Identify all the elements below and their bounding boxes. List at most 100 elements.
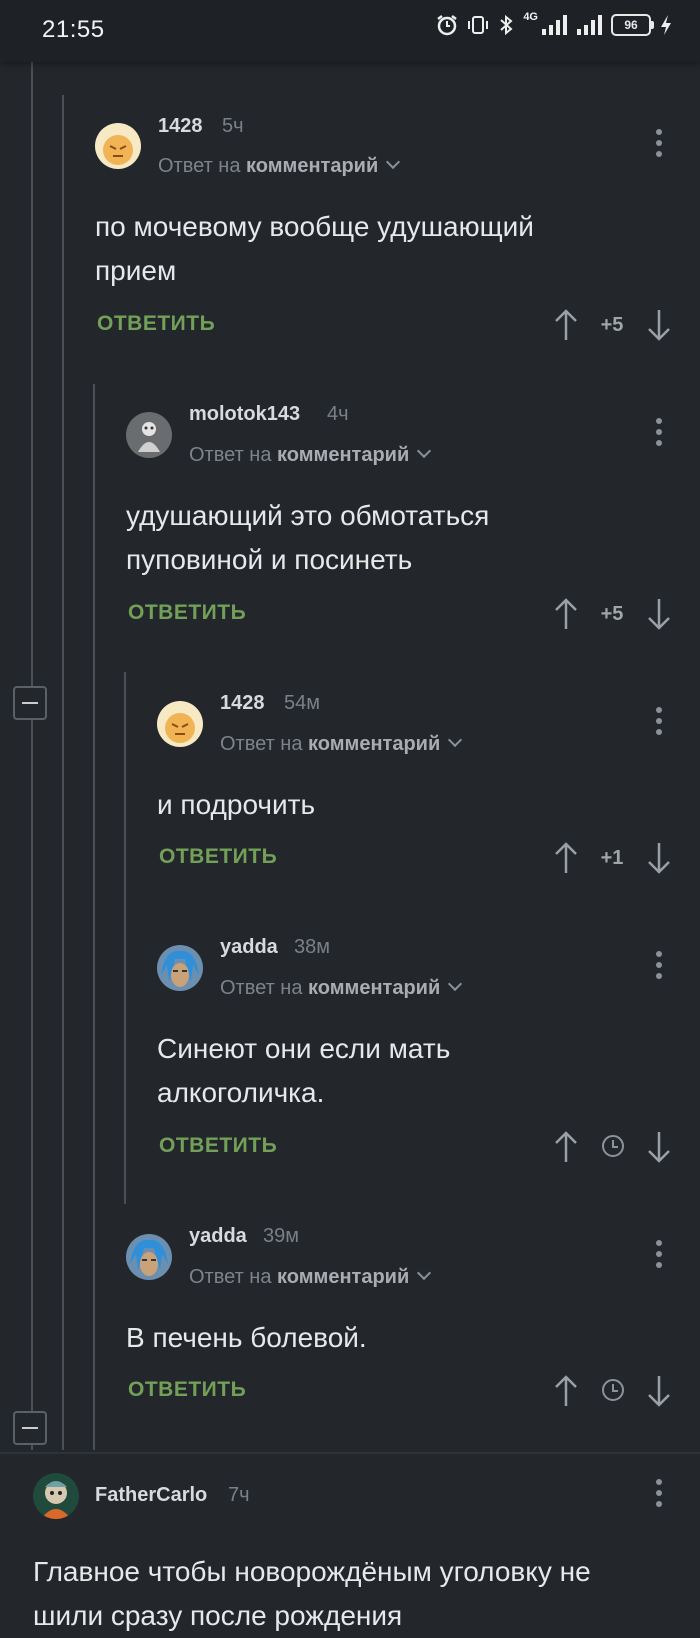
arrow-up-icon[interactable] [554, 842, 578, 874]
comment-time: 54м [284, 692, 320, 714]
charging-icon [661, 15, 671, 35]
avatar[interactable] [95, 123, 141, 169]
avatar[interactable] [157, 945, 203, 991]
clock-icon [602, 1379, 624, 1401]
comment-text-line: Главное чтобы новорождёным уголовку не [33, 1556, 591, 1587]
reply-to-link[interactable]: комментарий [246, 155, 378, 177]
more-vertical-icon[interactable] [656, 951, 662, 981]
alarm-icon [437, 15, 458, 36]
reply-to-link[interactable]: комментарий [277, 1266, 409, 1288]
arrow-down-icon[interactable] [647, 598, 671, 630]
reply-to-prefix: Ответ на [189, 1266, 272, 1288]
reply-to-link[interactable]: комментарий [308, 977, 440, 999]
thread-line [93, 384, 95, 1450]
reply-to[interactable]: Ответ на комментарий [220, 976, 463, 1000]
comment-text: Синеют они если мать алкоголичка. [157, 1027, 450, 1115]
signal-icon [542, 15, 567, 35]
thread-line [31, 62, 33, 1450]
comment-text-line: шили сразу после рождения [33, 1600, 403, 1631]
more-vertical-icon[interactable] [656, 707, 662, 737]
comment-rating: +5 [600, 314, 624, 336]
comment-text-line: и подрочить [157, 789, 316, 820]
reply-to-prefix: Ответ на [189, 444, 272, 466]
comment-text-line: по мочевому вообще удушающий [95, 211, 534, 242]
chevron-down-icon[interactable] [417, 443, 432, 459]
arrow-up-icon[interactable] [554, 1375, 578, 1407]
chevron-down-icon[interactable] [386, 154, 401, 170]
reply-to[interactable]: Ответ на комментарий [189, 1265, 432, 1289]
reply-to-prefix: Ответ на [220, 733, 303, 755]
thread-line [124, 672, 126, 1204]
comment-author[interactable]: yadda [220, 936, 278, 959]
comment-text-line: пуповиной и посинеть [126, 544, 413, 575]
collapse-thread-button[interactable] [13, 1411, 47, 1445]
avatar-image [126, 1234, 172, 1280]
avatar[interactable] [33, 1473, 79, 1519]
comment-time: 5ч [222, 115, 244, 137]
chevron-down-icon[interactable] [417, 1265, 432, 1281]
avatar-image [126, 412, 172, 458]
thread-separator [0, 1452, 700, 1454]
chevron-down-icon[interactable] [448, 732, 463, 748]
comment-time: 7ч [228, 1484, 250, 1506]
more-vertical-icon[interactable] [656, 418, 662, 448]
reply-to[interactable]: Ответ на комментарий [158, 154, 401, 178]
reply-button[interactable]: ОТВЕТИТЬ [128, 601, 246, 625]
comment-rating: +5 [600, 603, 624, 625]
arrow-down-icon[interactable] [647, 1375, 671, 1407]
reply-button[interactable]: ОТВЕТИТЬ [97, 312, 215, 336]
comment-author[interactable]: 1428 [158, 115, 203, 138]
status-time: 21:55 [42, 16, 105, 43]
reply-to-link[interactable]: комментарий [308, 733, 440, 755]
chevron-down-icon[interactable] [448, 976, 463, 992]
comment-time: 39м [263, 1225, 299, 1247]
status-bar: 21:55 4G 96 [0, 0, 700, 62]
avatar[interactable] [126, 1234, 172, 1280]
battery-indicator: 96 [611, 14, 654, 36]
more-vertical-icon[interactable] [656, 1479, 662, 1509]
bluetooth-icon [500, 14, 513, 36]
reply-to[interactable]: Ответ на комментарий [189, 443, 432, 467]
comment-text: по мочевому вообще удушающий прием [95, 205, 534, 293]
avatar[interactable] [157, 701, 203, 747]
reply-to-prefix: Ответ на [158, 155, 241, 177]
comment-text-line: удушающий это обмотаться [126, 500, 490, 531]
comment-time: 38м [294, 936, 330, 958]
comment-time: 4ч [327, 403, 349, 425]
reply-to-prefix: Ответ на [220, 977, 303, 999]
comment-text: удушающий это обмотаться пуповиной и пос… [126, 494, 489, 582]
comment-author[interactable]: molotok143 [189, 403, 300, 426]
status-icons: 4G 96 [436, 11, 672, 36]
arrow-down-icon[interactable] [647, 842, 671, 874]
network-type: 4G [523, 11, 538, 23]
comment-text-line: алкоголичка. [157, 1077, 325, 1108]
avatar-image [157, 701, 203, 747]
vibrate-icon [468, 16, 489, 34]
avatar-image [33, 1473, 79, 1519]
reply-to[interactable]: Ответ на комментарий [220, 732, 463, 756]
more-vertical-icon[interactable] [656, 1240, 662, 1270]
collapse-thread-button[interactable] [13, 686, 47, 720]
reply-button[interactable]: ОТВЕТИТЬ [159, 1134, 277, 1158]
reply-button[interactable]: ОТВЕТИТЬ [128, 1378, 246, 1402]
more-vertical-icon[interactable] [656, 129, 662, 159]
comment-text: В печень болевой. [126, 1316, 367, 1360]
arrow-up-icon[interactable] [554, 309, 578, 341]
comment-text-line: прием [95, 255, 177, 286]
reply-to-link[interactable]: комментарий [277, 444, 409, 466]
arrow-up-icon[interactable] [554, 1131, 578, 1163]
arrow-up-icon[interactable] [554, 598, 578, 630]
comment-text: Главное чтобы новорождёным уголовку не ш… [33, 1550, 591, 1638]
comment-text: и подрочить [157, 783, 315, 827]
comment-author[interactable]: yadda [189, 1225, 247, 1248]
clock-icon [602, 1135, 624, 1157]
avatar-image [95, 123, 141, 169]
comment-author[interactable]: FatherCarlo [95, 1484, 207, 1507]
comment-author[interactable]: 1428 [220, 692, 265, 715]
arrow-down-icon[interactable] [647, 1131, 671, 1163]
avatar[interactable] [126, 412, 172, 458]
arrow-down-icon[interactable] [647, 309, 671, 341]
avatar-image [157, 945, 203, 991]
signal-icon-2 [577, 15, 602, 35]
reply-button[interactable]: ОТВЕТИТЬ [159, 845, 277, 869]
